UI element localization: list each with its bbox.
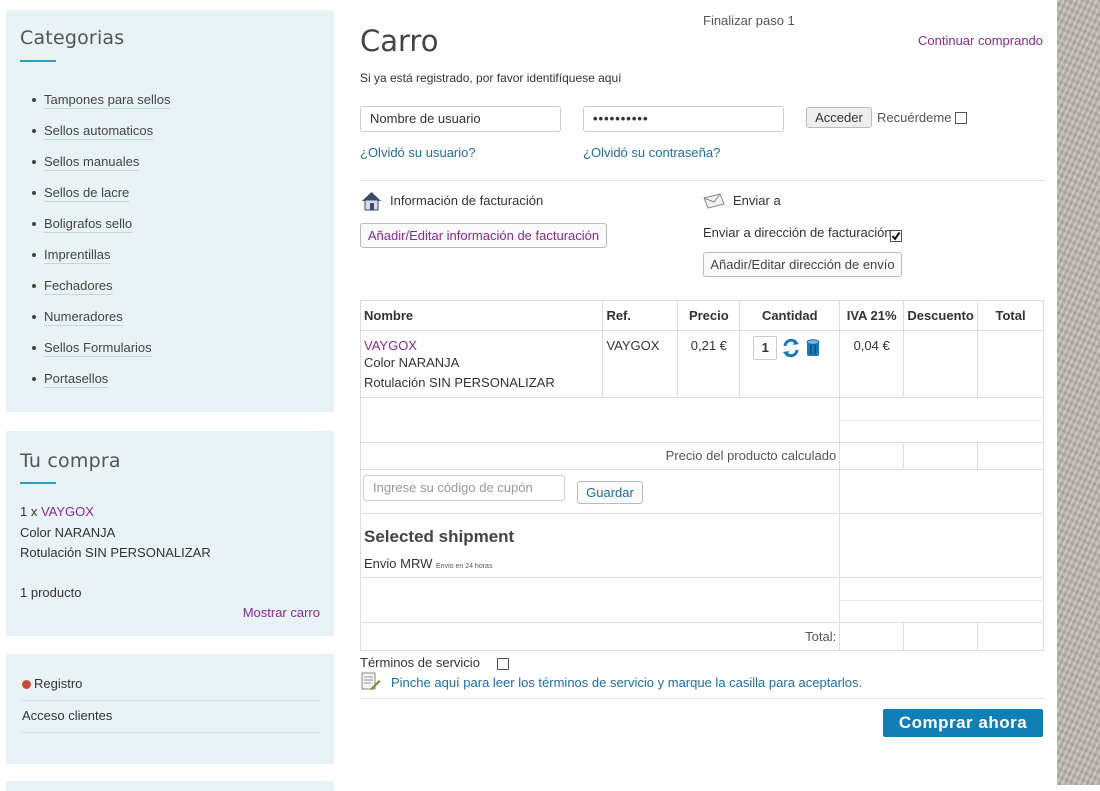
username-input[interactable]: Nombre de usuario bbox=[360, 106, 561, 132]
continue-shopping-link[interactable]: Continuar comprando bbox=[918, 33, 1043, 48]
category-item[interactable]: Numeradores bbox=[20, 301, 170, 332]
register-row[interactable]: Registro bbox=[22, 676, 320, 701]
category-item[interactable]: Sellos automaticos bbox=[20, 115, 170, 146]
ship-to-billing-checkbox[interactable] bbox=[890, 230, 902, 242]
edit-billing-button[interactable]: Añadir/Editar información de facturación bbox=[360, 223, 607, 248]
cart-item-row: VAYGOX Color NARANJA Rotulación SIN PERS… bbox=[359, 330, 1044, 398]
login-hint: Si ya está registrado, por favor identif… bbox=[360, 71, 622, 85]
col-total: Total bbox=[977, 300, 1044, 331]
envelope-icon bbox=[703, 193, 725, 209]
purchase-product-link[interactable]: VAYGOX bbox=[41, 504, 94, 519]
cart-table: Nombre Ref. Precio Cantidad IVA 21% Desc… bbox=[359, 300, 1044, 651]
cart-item-ref: VAYGOX bbox=[602, 330, 679, 398]
col-name: Nombre bbox=[359, 300, 604, 331]
next-panel bbox=[6, 781, 334, 791]
purchase-line: 1 x VAYGOX bbox=[20, 504, 94, 519]
purchase-color: Color NARANJA bbox=[20, 525, 116, 540]
total-label: Total: bbox=[359, 622, 841, 651]
forgot-username-link[interactable]: ¿Olvidó su usuario? bbox=[360, 145, 476, 160]
cart-header-row: Nombre Ref. Precio Cantidad IVA 21% Desc… bbox=[359, 300, 1044, 331]
refresh-icon[interactable] bbox=[782, 338, 800, 358]
show-cart-link[interactable]: Mostrar carro bbox=[243, 605, 320, 620]
login-link[interactable]: Acceso clientes bbox=[22, 708, 112, 723]
cart-item-price: 0,21 € bbox=[677, 330, 741, 398]
category-item[interactable]: Sellos Formularios bbox=[20, 332, 170, 363]
purchase-count: 1 producto bbox=[20, 585, 82, 600]
divider bbox=[360, 698, 1044, 699]
cart-item-label: Rotulación SIN PERSONALIZAR bbox=[364, 375, 555, 390]
category-item[interactable]: Sellos manuales bbox=[20, 146, 170, 177]
col-discount: Descuento bbox=[903, 300, 979, 331]
cart-item-iva: 0,04 € bbox=[839, 330, 905, 398]
categories-title: Categorias bbox=[20, 27, 125, 49]
category-list: Tampones para sellos Sellos automaticos … bbox=[20, 84, 171, 394]
password-input[interactable]: •••••••••• bbox=[583, 106, 784, 132]
delete-icon[interactable] bbox=[806, 339, 820, 357]
edit-shipping-button[interactable]: Añadir/Editar dirección de envío bbox=[703, 252, 902, 277]
checkout-step: Finalizar paso 1 bbox=[703, 13, 795, 28]
col-price: Precio bbox=[677, 300, 741, 331]
terms-checkbox[interactable] bbox=[497, 658, 509, 670]
coupon-input[interactable]: Ingrese su código de cupón bbox=[363, 475, 565, 501]
category-item[interactable]: Boligrafos sello bbox=[20, 208, 170, 239]
price-calculated-label: Precio del producto calculado bbox=[359, 442, 841, 470]
buy-now-button[interactable]: Comprar ahora bbox=[883, 709, 1043, 737]
category-item[interactable]: Sellos de lacre bbox=[20, 177, 170, 208]
register-link[interactable]: Registro bbox=[34, 676, 82, 691]
category-item[interactable]: Portasellos bbox=[20, 363, 170, 394]
quantity-input[interactable]: 1 bbox=[753, 336, 778, 360]
background-texture bbox=[1057, 0, 1100, 785]
purchase-label: Rotulación SIN PERSONALIZAR bbox=[20, 545, 211, 560]
category-item[interactable]: Tampones para sellos bbox=[20, 84, 171, 115]
account-panel: Registro Acceso clientes bbox=[6, 654, 334, 764]
remember-checkbox[interactable] bbox=[955, 112, 967, 124]
title-underline bbox=[20, 60, 56, 62]
forgot-password-link[interactable]: ¿Olvidó su contraseña? bbox=[583, 145, 720, 160]
shipment-note: Envio en 24 horas bbox=[436, 563, 493, 570]
save-coupon-button[interactable]: Guardar bbox=[577, 481, 643, 504]
remember-label: Recuérdeme bbox=[877, 110, 952, 125]
col-iva: IVA 21% bbox=[839, 300, 905, 331]
ship-to-billing-label: Enviar a dirección de facturación bbox=[703, 225, 892, 240]
category-item[interactable]: Fechadores bbox=[20, 270, 170, 301]
shipment-title: Selected shipment bbox=[364, 527, 515, 546]
category-item[interactable]: Imprentillas bbox=[20, 239, 170, 270]
login-row[interactable]: Acceso clientes bbox=[22, 708, 320, 733]
checkmark-icon bbox=[891, 231, 901, 241]
categories-panel: Categorias Tampones para sellos Sellos a… bbox=[6, 10, 334, 412]
terms-link[interactable]: Pinche aquí para leer los términos de se… bbox=[391, 675, 862, 690]
title-underline bbox=[20, 482, 56, 484]
cart-item-name-link[interactable]: VAYGOX bbox=[364, 338, 599, 353]
register-icon bbox=[22, 680, 31, 689]
document-icon bbox=[361, 672, 381, 690]
terms-label: Términos de servicio bbox=[360, 655, 480, 670]
col-quantity: Cantidad bbox=[739, 300, 841, 331]
billing-title: Información de facturación bbox=[390, 193, 544, 208]
house-icon bbox=[362, 192, 381, 211]
divider bbox=[360, 180, 1044, 181]
shipping-title: Enviar a bbox=[733, 193, 781, 208]
login-button[interactable]: Acceder bbox=[806, 107, 872, 128]
col-ref: Ref. bbox=[602, 300, 679, 331]
purchase-title: Tu compra bbox=[20, 450, 121, 472]
purchase-qty: 1 x bbox=[20, 504, 38, 519]
purchase-panel: Tu compra 1 x VAYGOX Color NARANJA Rotul… bbox=[6, 431, 334, 636]
cart-item-color: Color NARANJA bbox=[364, 355, 460, 370]
shipment-method: Envio MRW bbox=[364, 556, 433, 571]
page-title: Carro bbox=[360, 24, 439, 58]
